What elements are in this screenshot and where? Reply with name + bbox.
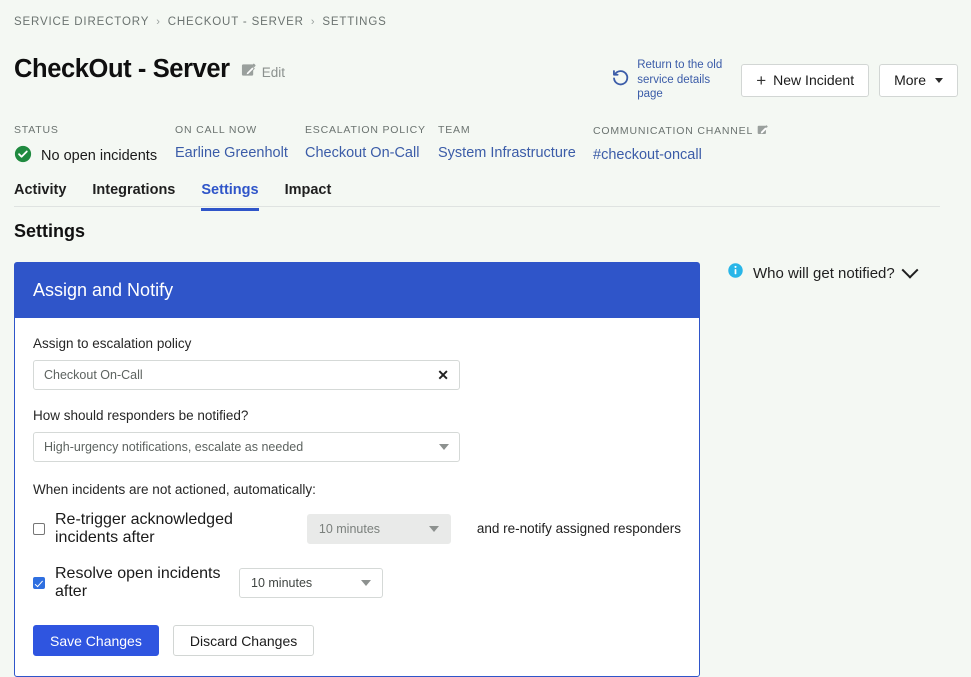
retrigger-row: Re-trigger acknowledged incidents after … xyxy=(33,511,681,547)
meta-label-escalation-policy: ESCALATION POLICY xyxy=(305,124,426,136)
title-row: CheckOut - Server Edit xyxy=(14,55,285,83)
escalation-policy-label: Assign to escalation policy xyxy=(33,336,192,351)
notify-method-value: High-urgency notifications, escalate as … xyxy=(44,440,304,454)
meta-label-on-call-now: ON CALL NOW xyxy=(175,124,257,136)
meta-value-communication-channel[interactable]: #checkout-oncall xyxy=(593,147,768,163)
notify-method-label: How should responders be notified? xyxy=(33,408,249,423)
notify-method-select[interactable]: High-urgency notifications, escalate as … xyxy=(33,432,460,462)
caret-down-icon xyxy=(428,526,439,532)
chevron-down-icon xyxy=(901,261,919,279)
save-changes-button[interactable]: Save Changes xyxy=(33,625,159,656)
card-header-title: Assign and Notify xyxy=(15,263,699,318)
escalation-policy-value: Checkout On-Call xyxy=(44,368,143,382)
meta-value-status: No open incidents xyxy=(14,145,175,167)
tab-divider xyxy=(14,206,940,207)
auto-actions-label: When incidents are not actioned, automat… xyxy=(33,482,316,497)
breadcrumb-item-checkout-server[interactable]: CHECKOUT - SERVER xyxy=(168,16,304,28)
breadcrumb-separator-icon: › xyxy=(310,16,316,28)
breadcrumb-item-service-directory[interactable]: SERVICE DIRECTORY xyxy=(14,16,149,28)
page-title: CheckOut - Server xyxy=(14,55,230,83)
retrigger-duration-value: 10 minutes xyxy=(318,522,381,536)
caret-down-icon xyxy=(361,580,371,586)
pencil-square-icon[interactable] xyxy=(757,124,768,138)
edit-label: Edit xyxy=(261,64,285,80)
meta-on-call-now: ON CALL NOW Earline Greenholt xyxy=(175,124,305,161)
pencil-square-icon xyxy=(241,62,256,82)
undo-circular-arrow-icon xyxy=(611,68,630,92)
meta-escalation-policy: ESCALATION POLICY Checkout On-Call xyxy=(305,124,438,161)
resolve-duration-select[interactable]: 10 minutes xyxy=(239,568,383,598)
discard-changes-button[interactable]: Discard Changes xyxy=(172,625,315,656)
who-will-get-notified-label: Who will get notified? xyxy=(753,264,895,282)
close-x-icon[interactable]: ✕ xyxy=(437,368,449,382)
check-circle-icon xyxy=(14,145,32,167)
resolve-checkbox[interactable] xyxy=(33,577,45,589)
header-actions: Return to the old service details page + … xyxy=(611,58,958,102)
section-heading: Settings xyxy=(14,221,86,241)
meta-status: STATUS No open incidents xyxy=(14,124,175,167)
new-incident-label: New Incident xyxy=(773,72,855,89)
meta-value-on-call-now[interactable]: Earline Greenholt xyxy=(175,145,305,161)
caret-down-icon xyxy=(935,77,943,83)
more-label: More xyxy=(894,72,926,89)
retrigger-checkbox[interactable] xyxy=(33,523,45,535)
retrigger-trailing-text: and re-notify assigned responders xyxy=(476,521,681,536)
plus-icon: + xyxy=(756,70,767,90)
card-body: Assign to escalation policy Checkout On-… xyxy=(15,318,699,676)
meta-label-communication-channel: COMMUNICATION CHANNEL xyxy=(593,124,768,138)
meta-label-status: STATUS xyxy=(14,124,59,136)
return-link-text: Return to the old service details page xyxy=(637,59,723,101)
meta-communication-channel: COMMUNICATION CHANNEL #checkout-oncall xyxy=(593,124,768,163)
breadcrumb: SERVICE DIRECTORY › CHECKOUT - SERVER › … xyxy=(14,16,387,28)
retrigger-duration-select[interactable]: 10 minutes xyxy=(306,514,451,544)
escalation-policy-input[interactable]: Checkout On-Call ✕ xyxy=(33,360,460,390)
breadcrumb-separator-icon: › xyxy=(156,16,161,28)
meta-team: TEAM System Infrastructure xyxy=(438,124,593,161)
caret-down-icon xyxy=(439,444,449,450)
edit-service-button[interactable]: Edit xyxy=(241,62,285,82)
meta-value-escalation-policy[interactable]: Checkout On-Call xyxy=(305,145,438,161)
meta-value-team[interactable]: System Infrastructure xyxy=(438,145,593,161)
retrigger-label: Re-trigger acknowledged incidents after xyxy=(55,511,233,546)
who-will-get-notified-toggle[interactable]: Who will get notified? xyxy=(727,261,919,284)
resolve-duration-value: 10 minutes xyxy=(251,576,313,590)
info-circle-icon xyxy=(727,262,744,284)
status-text: No open incidents xyxy=(41,148,158,164)
resolve-row: Resolve open incidents after 10 minutes xyxy=(33,565,681,601)
meta-label-team: TEAM xyxy=(438,124,471,136)
breadcrumb-item-settings[interactable]: SETTINGS xyxy=(322,16,386,28)
service-meta-row: STATUS No open incidents ON CALL NOW Ear… xyxy=(14,124,768,167)
new-incident-button[interactable]: + New Incident xyxy=(741,63,870,97)
resolve-label: Resolve open incidents after xyxy=(55,565,221,600)
more-button[interactable]: More xyxy=(879,63,958,97)
card-footer-buttons: Save Changes Discard Changes xyxy=(33,625,681,656)
assign-and-notify-card: Assign and Notify Assign to escalation p… xyxy=(14,262,700,677)
return-to-old-page-link[interactable]: Return to the old service details page xyxy=(611,58,731,102)
